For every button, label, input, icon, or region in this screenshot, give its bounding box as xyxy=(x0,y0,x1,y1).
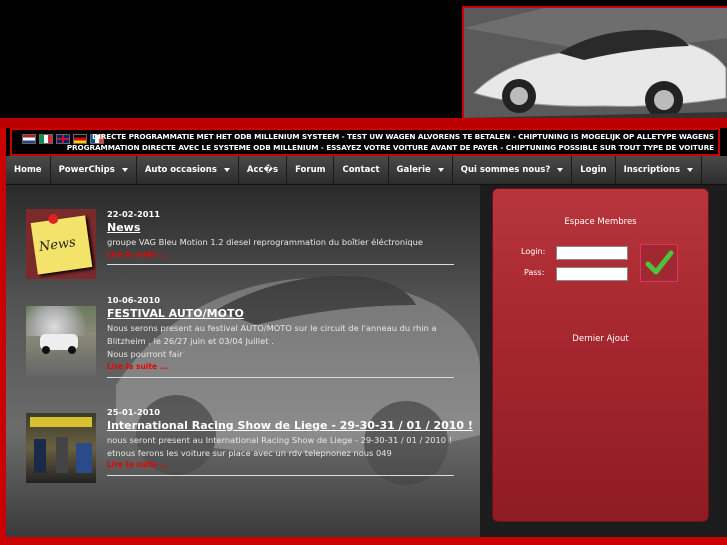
login-submit-button[interactable] xyxy=(640,244,678,282)
nav-label: Login xyxy=(580,165,607,175)
nav-qui-sommes-nous[interactable]: Qui sommes nous? xyxy=(453,156,573,184)
nav-forum[interactable]: Forum xyxy=(287,156,335,184)
article-date: 25-01-2010 xyxy=(107,407,161,417)
nav-label: Acc�s xyxy=(246,165,279,175)
frame-bottom-border xyxy=(0,537,727,545)
nav-galerie[interactable]: Galerie xyxy=(389,156,453,184)
article-divider xyxy=(107,377,454,378)
caret-down-icon xyxy=(437,168,444,172)
nav-label: Contact xyxy=(342,165,380,175)
nav-auto-occasions[interactable]: Auto occasions xyxy=(137,156,239,184)
nav-label: Galerie xyxy=(396,165,431,175)
article-excerpt-line: etnous ferons les voiture sur place avec… xyxy=(107,448,392,458)
tagline-french: PROGRAMMATION DIRECTE AVEC LE SYSTEME OD… xyxy=(66,143,714,152)
nav-home[interactable]: Home xyxy=(6,156,51,184)
article-excerpt: nous seront present au International Rac… xyxy=(107,434,457,460)
read-more-link[interactable]: Lire la suite ... xyxy=(107,362,168,371)
article-excerpt-line: Nous serons present au festival AUTO/MOT… xyxy=(107,323,437,333)
tagline-bar: DIRECTE PROGRAMMATIE MET HET ODB MILLENI… xyxy=(10,128,720,156)
article-excerpt-line: Nous pourront fair xyxy=(107,349,183,359)
news-note-thumbnail[interactable]: News xyxy=(26,209,96,279)
article-excerpt-line: Blitzheim , le 26/27 juin et 03/04 Juill… xyxy=(107,336,274,346)
nav-label: Forum xyxy=(295,165,326,175)
article-excerpt-line: nous seront present au International Rac… xyxy=(107,435,453,445)
nav-powerchips[interactable]: PowerChips xyxy=(51,156,137,184)
caret-down-icon xyxy=(687,168,694,172)
news-article: News 22-02-2011 News groupe VAG Bleu Mot… xyxy=(26,207,458,287)
caret-down-icon xyxy=(557,168,564,172)
caret-down-icon xyxy=(223,168,230,172)
header-car-banner xyxy=(462,6,727,124)
caret-down-icon xyxy=(121,168,128,172)
article-excerpt-line: groupe VAG Bleu Motion 1.2 diesel reprog… xyxy=(107,237,424,247)
article-title-link[interactable]: FESTIVAL AUTO/MOTO xyxy=(107,307,244,320)
tagline-dutch: DIRECTE PROGRAMMATIE MET HET ODB MILLENI… xyxy=(92,132,714,141)
nav-login[interactable]: Login xyxy=(572,156,616,184)
article-title-link[interactable]: News xyxy=(107,221,140,234)
nav-label: Home xyxy=(14,165,42,175)
news-content: News 22-02-2011 News groupe VAG Bleu Mot… xyxy=(6,185,480,537)
drift-car-thumbnail[interactable] xyxy=(26,306,96,376)
password-input[interactable] xyxy=(556,267,628,281)
nl-flag-icon[interactable] xyxy=(22,134,36,144)
article-date: 10-06-2010 xyxy=(107,295,161,305)
login-input[interactable] xyxy=(556,246,628,260)
nav-contact[interactable]: Contact xyxy=(334,156,389,184)
nav-inscriptions[interactable]: Inscriptions xyxy=(616,156,703,184)
article-date: 22-02-2011 xyxy=(107,209,161,219)
article-excerpt: groupe VAG Bleu Motion 1.2 diesel reprog… xyxy=(107,236,457,249)
checkmark-icon xyxy=(645,250,674,275)
read-more-link[interactable]: Lire la suite ... xyxy=(107,250,168,259)
article-excerpt: Nous serons present au festival AUTO/MOT… xyxy=(107,322,457,361)
main-nav: Home PowerChips Auto occasions Acc�s For… xyxy=(6,156,727,185)
news-article: 10-06-2010 FESTIVAL AUTO/MOTO Nous seron… xyxy=(26,293,458,383)
nav-label: PowerChips xyxy=(58,165,115,175)
article-title-link[interactable]: International Racing Show de Liege - 29-… xyxy=(107,419,473,432)
latest-added-title: Dernier Ajout xyxy=(572,334,629,344)
pass-label: Pass: xyxy=(524,268,545,277)
member-area-title: Espace Membres xyxy=(564,217,637,227)
racing-show-thumbnail[interactable] xyxy=(26,413,96,483)
nav-label: Inscriptions xyxy=(623,165,681,175)
login-label: Login: xyxy=(521,247,546,256)
nav-acces[interactable]: Acc�s xyxy=(239,156,288,184)
nav-label: Auto occasions xyxy=(144,165,217,175)
sports-car-image xyxy=(464,8,727,122)
read-more-link[interactable]: Lire la suite ... xyxy=(107,460,168,469)
article-divider xyxy=(107,475,454,476)
news-note-text: News xyxy=(38,235,77,256)
news-article: 25-01-2010 International Racing Show de … xyxy=(26,405,473,495)
header-red-strip xyxy=(0,118,727,128)
article-divider xyxy=(107,264,454,265)
it-flag-icon[interactable] xyxy=(39,134,53,144)
nav-label: Qui sommes nous? xyxy=(460,165,551,175)
member-panel: Espace Membres Login: Pass: Dernier Ajou… xyxy=(492,188,709,522)
